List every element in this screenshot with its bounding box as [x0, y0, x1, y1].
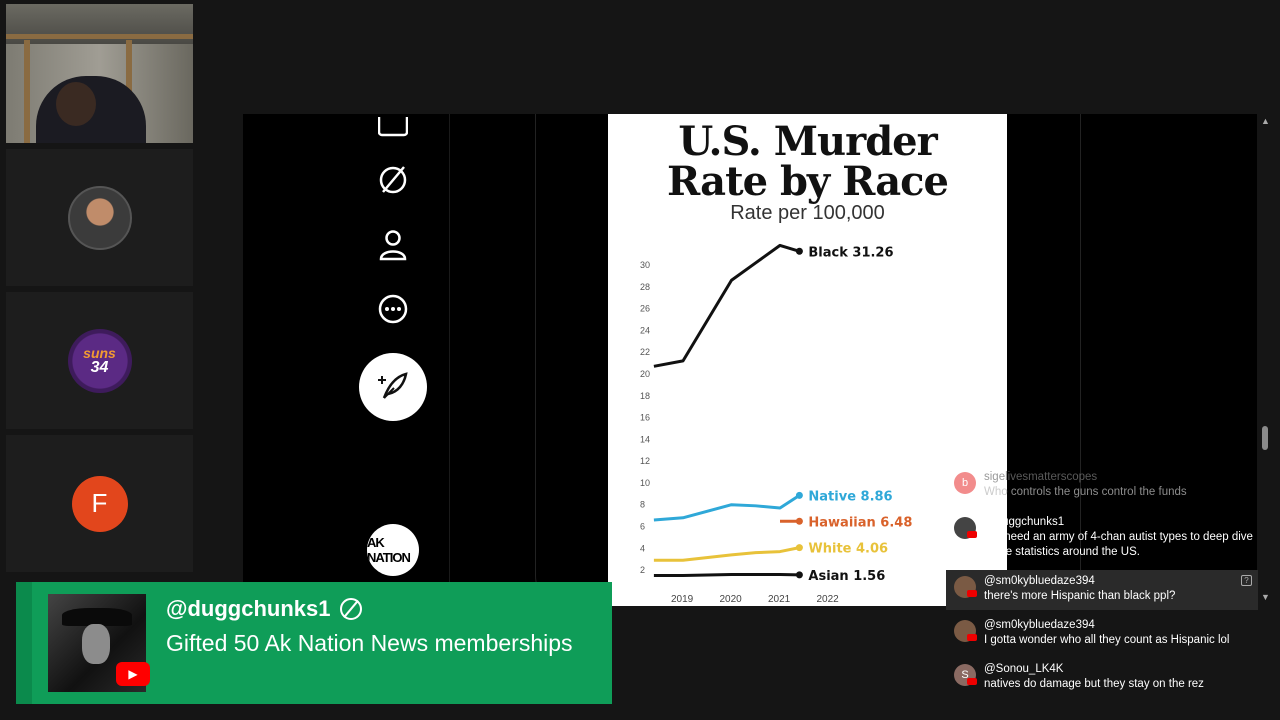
chat-message: @sm0kybluedaze394 there's more Hispanic …	[946, 570, 1258, 610]
series-label-white: White 4.06	[808, 542, 888, 557]
y-tick-label: 4	[640, 543, 645, 553]
youtube-icon	[967, 590, 977, 597]
gift-message: Gifted 50 Ak Nation News memberships	[166, 630, 573, 656]
scrollbar-thumb[interactable]	[1262, 426, 1268, 450]
app-sidebar: AK NATION	[243, 114, 450, 606]
participant-tile-3[interactable]: suns 34	[6, 292, 193, 429]
stream-stage: suns 34 F AK NATION U.S. Murder Rate by …	[0, 0, 1280, 720]
participant-avatar	[67, 185, 132, 250]
participant-tile-4[interactable]: F	[6, 435, 193, 572]
y-tick-label: 22	[640, 347, 650, 357]
y-tick-label: 20	[640, 369, 650, 379]
youtube-icon	[967, 678, 977, 685]
y-tick-label: 10	[640, 478, 650, 488]
y-tick-label: 24	[640, 325, 650, 335]
youtube-icon	[967, 634, 977, 641]
no-phone-icon[interactable]	[367, 160, 419, 200]
profile-icon[interactable]	[367, 225, 419, 265]
series-label-black: Black 31.26	[808, 245, 893, 260]
youtube-icon: ▶	[116, 662, 150, 686]
series-endpoint-white	[795, 544, 803, 552]
series-endpoint-asian	[795, 571, 803, 579]
series-label-hawaiian: Hawaiian 6.48	[808, 515, 912, 530]
chat-message: b sigelivesmatterscopes Who controls the…	[946, 470, 1258, 500]
series-endpoint-hawaiian	[795, 517, 803, 525]
series-line-white	[653, 546, 800, 562]
chat-message: @sm0kybluedaze394 I gotta wonder who all…	[946, 618, 1258, 648]
y-tick-label: 30	[640, 260, 650, 270]
y-tick-label: 8	[640, 500, 645, 510]
participant-tile-2[interactable]	[6, 149, 193, 286]
series-label-asian: Asian 1.56	[808, 569, 885, 584]
series-endpoint-black	[795, 247, 803, 255]
x-tick-label: 2019	[671, 594, 694, 605]
series-label-native: Native 8.86	[808, 489, 892, 504]
letter-avatar: F	[71, 475, 128, 532]
y-tick-label: 16	[640, 413, 650, 423]
gift-membership-banner: ▶ @duggchunks1 Gifted 50 Ak Nation News …	[16, 582, 612, 704]
x-tick-label: 2021	[768, 594, 791, 605]
series-line-black	[653, 243, 800, 368]
y-tick-label: 26	[640, 304, 650, 314]
y-tick-label: 2	[640, 565, 645, 575]
live-chat-overlay: b sigelivesmatterscopes Who controls the…	[946, 466, 1258, 704]
moderator-icon	[340, 598, 363, 620]
ak-nation-logo[interactable]: AK NATION	[367, 524, 419, 576]
more-dots-icon[interactable]	[367, 289, 419, 329]
gifter-username: @duggchunks1	[166, 596, 363, 622]
host-camera-feed	[6, 4, 193, 143]
chat-message: S @Sonou_LK4K natives do damage but they…	[946, 662, 1258, 692]
suns-avatar: suns 34	[67, 328, 132, 393]
chat-avatar: b	[954, 472, 976, 494]
y-tick-label: 18	[640, 391, 650, 401]
report-icon[interactable]: ?	[1241, 575, 1252, 586]
y-tick-label: 6	[640, 522, 645, 532]
y-tick-label: 28	[640, 282, 650, 292]
message-square-icon[interactable]	[367, 114, 419, 148]
y-tick-label: 12	[640, 456, 650, 466]
chat-scrollbar[interactable]: ▲ ▼	[1259, 114, 1271, 606]
youtube-icon	[967, 531, 977, 538]
series-line-native	[653, 494, 801, 522]
y-tick-label: 14	[640, 434, 650, 444]
series-line-asian	[653, 572, 800, 578]
x-tick-label: 2020	[720, 594, 743, 605]
chat-message: @duggchunks1 We need an army of 4-chan a…	[946, 515, 1258, 560]
feather-plus-icon[interactable]	[359, 353, 427, 421]
x-tick-label: 2022	[817, 594, 840, 605]
series-endpoint-native	[795, 491, 803, 499]
